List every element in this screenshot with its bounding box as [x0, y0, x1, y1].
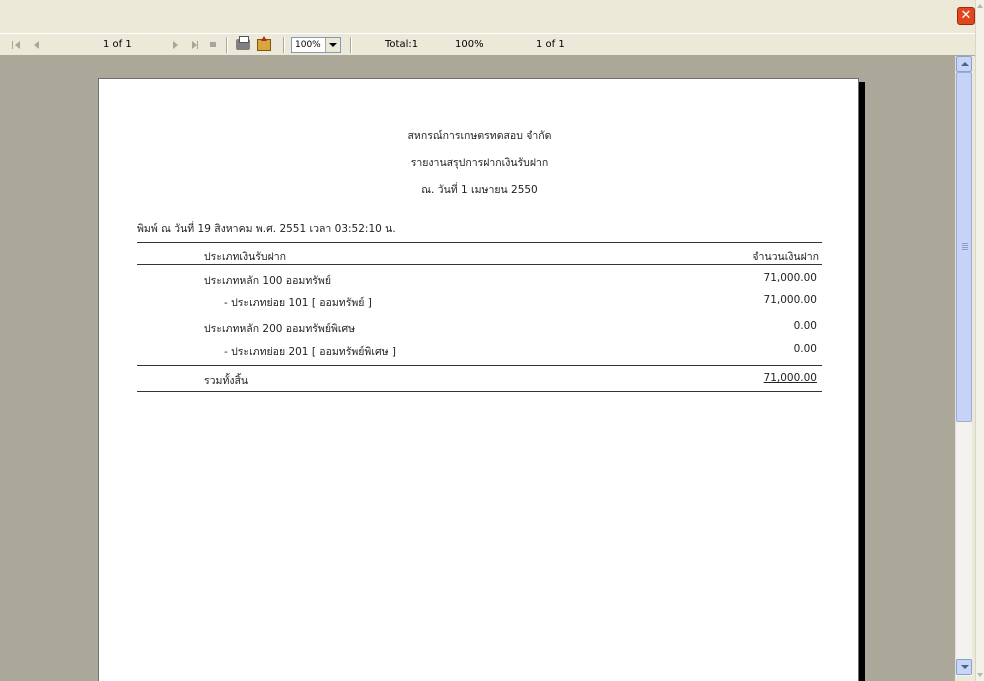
- report-viewport[interactable]: สหกรณ์การเกษตรทดสอบ จำกัด รายงานสรุปการฝ…: [0, 56, 955, 681]
- close-icon: ✕: [960, 8, 972, 23]
- column-header-type: ประเภทเงินรับฝาก: [204, 251, 286, 263]
- page-indicator: 1 of 1: [103, 39, 132, 50]
- report-page: สหกรณ์การเกษตรทดสอบ จำกัด รายงานสรุปการฝ…: [98, 78, 859, 681]
- chevron-down-icon: [961, 665, 969, 669]
- report-toolbar: 1 of 1 100% Total:1 100% 1 of 1: [0, 33, 975, 56]
- row-label: ประเภทหลัก 200 ออมทรัพย์พิเศษ: [204, 323, 356, 335]
- row-label: - ประเภทย่อย 201 [ ออมทรัพย์พิเศษ ]: [224, 346, 396, 358]
- chevron-down-icon[interactable]: [325, 38, 340, 52]
- page-shadow: [859, 82, 865, 681]
- row-amount: 71,000.00: [763, 294, 817, 306]
- toolbar-separator: [283, 37, 285, 53]
- zoom-select-value: 100%: [295, 40, 321, 50]
- total-amount: 71,000.00: [763, 372, 817, 384]
- print-button[interactable]: [236, 36, 252, 53]
- chevron-up-icon: [961, 62, 969, 66]
- report-org-name: สหกรณ์การเกษตรทดสอบ จำกัด: [407, 130, 552, 142]
- first-page-button[interactable]: [10, 37, 26, 53]
- row-label: ประเภทหลัก 100 ออมทรัพย์: [204, 275, 331, 287]
- total-status: Total:1: [385, 39, 419, 50]
- grip-icon: [962, 243, 968, 244]
- scroll-thumb[interactable]: [956, 72, 972, 422]
- outer-scrollbar[interactable]: [975, 0, 984, 681]
- close-button[interactable]: ✕: [957, 7, 975, 25]
- header-bottom-rule: [137, 264, 822, 265]
- first-page-icon: [12, 41, 13, 49]
- row-amount: 0.00: [793, 343, 817, 355]
- print-icon: [236, 36, 250, 50]
- window-title-area: [0, 0, 984, 33]
- toolbar-separator: [350, 37, 352, 53]
- export-icon: [257, 36, 271, 51]
- total-top-rule: [137, 365, 822, 366]
- report-title: รายงานสรุปการฝากเงินรับฝาก: [410, 157, 549, 169]
- column-header-amount: จำนวนเงินฝาก: [752, 251, 819, 263]
- vertical-scrollbar[interactable]: [955, 56, 972, 676]
- stop-button[interactable]: [206, 37, 222, 53]
- stop-icon: [210, 42, 216, 47]
- header-top-rule: [137, 242, 822, 243]
- export-button[interactable]: [257, 36, 273, 53]
- report-as-of-date: ณ. วันที่ 1 เมษายน 2550: [421, 184, 538, 196]
- total-label: รวมทั้งสิ้น: [204, 375, 249, 387]
- outer-scroll-up-icon[interactable]: [977, 4, 983, 8]
- prev-page-icon: [34, 41, 39, 49]
- next-page-icon: [173, 41, 178, 49]
- next-page-button[interactable]: [168, 37, 184, 53]
- outer-scroll-down-icon[interactable]: [977, 673, 983, 677]
- toolbar-separator: [226, 37, 228, 53]
- page-status: 1 of 1: [536, 39, 565, 50]
- total-bottom-rule: [137, 391, 822, 392]
- scroll-down-button[interactable]: [956, 659, 972, 675]
- row-amount: 71,000.00: [763, 272, 817, 284]
- scroll-up-button[interactable]: [956, 56, 972, 72]
- zoom-select[interactable]: 100%: [291, 37, 341, 53]
- row-amount: 0.00: [793, 320, 817, 332]
- prev-page-button[interactable]: [29, 37, 45, 53]
- report-printed-at: พิมพ์ ณ วันที่ 19 สิงหาคม พ.ศ. 2551 เวลา…: [137, 223, 396, 235]
- last-page-button[interactable]: [187, 37, 203, 53]
- row-label: - ประเภทย่อย 101 [ ออมทรัพย์ ]: [224, 297, 372, 309]
- zoom-status: 100%: [455, 39, 484, 50]
